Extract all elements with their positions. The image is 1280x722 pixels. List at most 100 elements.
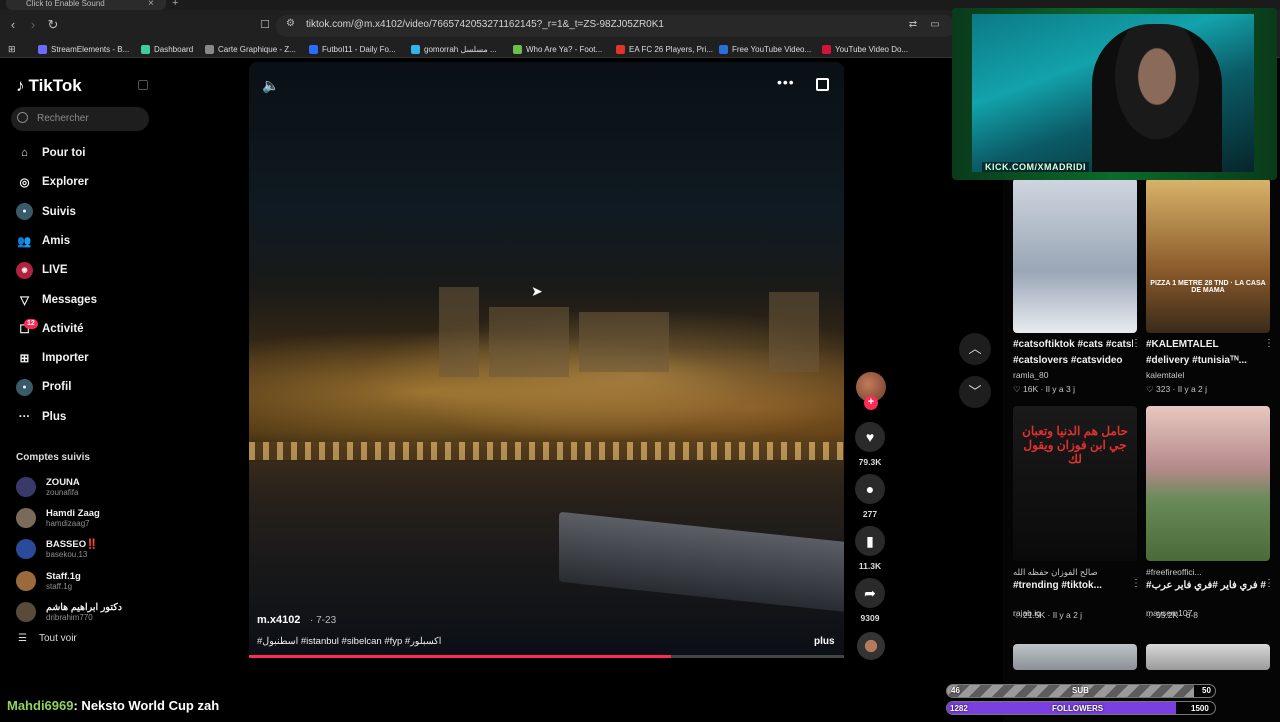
url-text[interactable]: tiktok.com/@m.x4102/video/76657420532711…	[306, 19, 664, 30]
sidebar-item-label: Explorer	[42, 176, 89, 189]
bookmark-item[interactable]: Free YouTube Video...	[719, 43, 811, 56]
site-info-icon[interactable]: ⚙	[286, 18, 295, 29]
avatar	[16, 539, 36, 560]
bookmark-favicon-icon	[616, 45, 625, 54]
video-thumbnail[interactable]: PIZZA 1 METRE 28 TND · LA CASA DE MAMA	[1146, 178, 1270, 333]
tiktok-logo[interactable]: ♪ TikTok	[16, 76, 82, 96]
comment-button[interactable]: ●	[855, 474, 885, 504]
sidebar-item-label: LIVE	[42, 264, 68, 277]
followed-account[interactable]: دكتور ابراهيم هاشم dribrahim770	[16, 599, 122, 625]
sidebar-item-label: Plus	[42, 410, 67, 423]
card-stats: ♡ 323 · Il y a 2 j	[1146, 384, 1207, 395]
sidebar-item-following[interactable]: ● Suivis	[16, 202, 76, 222]
card-meta-text: 16K · Il y a 3 j	[1022, 384, 1075, 394]
fullscreen-icon[interactable]	[816, 78, 829, 91]
apps-icon[interactable]: ⊞	[8, 44, 16, 55]
sidebar-item-more[interactable]: ··· Plus	[16, 407, 67, 427]
bookmark-label: Who Are Ya? - Foot...	[526, 45, 603, 54]
bookmark-item[interactable]: Dashboard	[141, 43, 193, 56]
account-handle: zounafifa	[46, 488, 79, 497]
video-thumbnail[interactable]	[1013, 644, 1137, 670]
caption-more-link[interactable]: plus	[814, 636, 835, 647]
messages-icon: ▽	[20, 294, 29, 307]
search-placeholder: Rechercher	[37, 113, 89, 124]
sidebar-item-messages[interactable]: ▽ Messages	[16, 290, 97, 310]
music-disc[interactable]	[857, 632, 885, 660]
reload-icon[interactable]: ↻	[44, 16, 62, 34]
bookmark-item[interactable]: EA FC 26 Players, Pri...	[616, 43, 713, 56]
account-handle: dribrahim770	[46, 612, 93, 622]
video-thumbnail[interactable]	[1146, 406, 1270, 561]
activity-badge: 12	[24, 319, 38, 329]
followed-account[interactable]: Hamdi Zaag hamdizaag7	[16, 505, 100, 531]
bookmark-item[interactable]: gomorrah مسلسل ...	[411, 43, 497, 56]
see-all-link[interactable]: ☰ Tout voir	[18, 633, 77, 644]
card-title: #catsoftiktok #cats #catslovers #catsvid…	[1013, 339, 1133, 350]
sidebar-item-compass[interactable]: ◎ Explorer	[16, 172, 89, 192]
video-player[interactable]	[249, 62, 844, 658]
browser-tab[interactable]: Click to Enable Sound	[6, 0, 166, 10]
chat-text: : Neksto World Cup zah	[73, 698, 220, 713]
avatar	[16, 508, 36, 529]
follow-button[interactable]: +	[864, 396, 878, 410]
collapse-sidebar-icon[interactable]	[138, 80, 148, 90]
video-thumbnail[interactable]	[1146, 644, 1270, 670]
logo-text: TikTok	[28, 76, 82, 95]
close-tab-icon[interactable]: ×	[148, 0, 154, 9]
save-button[interactable]: ▮	[855, 526, 885, 556]
video-thumbnail[interactable]	[1013, 178, 1137, 333]
followed-account[interactable]: Staff.1g staff.1g	[16, 568, 81, 594]
bookmark-favicon-icon	[411, 45, 420, 54]
webcam-label: KICK.COM/XMADRIDI	[982, 162, 1089, 172]
followed-account[interactable]: ZOUNA zounafifa	[16, 474, 80, 500]
card-menu-icon[interactable]: ⋮	[1264, 578, 1274, 589]
card-menu-icon[interactable]: ⋮	[1131, 338, 1141, 349]
next-video-button[interactable]: ﹀	[959, 376, 991, 408]
card-username[interactable]: kalemtalel	[1146, 370, 1184, 380]
sidebar-item-friends[interactable]: 👥 Amis	[16, 231, 70, 251]
sidebar-item-upload[interactable]: ⊞ Importer	[16, 348, 89, 368]
avatar	[16, 601, 36, 622]
see-all-label: Tout voir	[38, 633, 77, 644]
card-subtitle: صالح الفوزان حفظه الله	[1013, 567, 1098, 577]
sidebar-item-home[interactable]: ⌂ Pour toi	[16, 143, 85, 163]
bookmark-item[interactable]: Futbol11 - Daily Fo...	[309, 43, 396, 56]
bookmark-item[interactable]: Carte Graphique - Z...	[205, 43, 296, 56]
card-username[interactable]: ramla_80	[1013, 370, 1048, 380]
sidebar-item-label: Importer	[42, 352, 89, 365]
like-button[interactable]: ♥	[855, 422, 885, 452]
more-options-icon[interactable]: •••	[777, 74, 795, 90]
back-icon[interactable]: ‹	[4, 16, 22, 34]
sub-goal-current: 46	[951, 686, 960, 695]
bookmark-item[interactable]: StreamElements - B...	[38, 43, 129, 56]
share-button[interactable]: ➦	[855, 578, 885, 608]
new-tab-icon[interactable]: +	[172, 0, 178, 9]
bookmark-icon: ▮	[866, 532, 874, 549]
volume-icon[interactable]: 🔈	[262, 77, 279, 94]
cast-icon[interactable]: ▭	[926, 16, 944, 34]
card-menu-icon[interactable]: ⋮	[1264, 338, 1274, 349]
account-name: ZOUNA	[46, 477, 80, 488]
building	[769, 292, 819, 372]
forward-icon[interactable]: ›	[24, 16, 42, 34]
following-title: Comptes suivis	[16, 452, 90, 463]
video-author[interactable]: m.x4102	[257, 614, 300, 626]
translate-icon[interactable]: ⇄	[904, 16, 922, 34]
home-icon: ⌂	[21, 147, 28, 159]
followed-account[interactable]: BASSEO‼️ basekou.13	[16, 536, 98, 562]
card-title-line2: #delivery #tunisiaᵀᴺ...	[1146, 355, 1247, 366]
bookmark-item[interactable]: YouTube Video Do...	[822, 43, 908, 56]
video-caption[interactable]: #اسطنبول #istanbul #sibelcan #fyp #اكسبل…	[257, 636, 441, 647]
card-menu-icon[interactable]: ⋮	[1131, 578, 1141, 589]
tiktok-note-icon: ♪	[16, 76, 25, 95]
previous-video-button[interactable]: ︿	[959, 333, 991, 365]
bridge-lights	[249, 442, 844, 460]
building	[579, 312, 669, 372]
sidebar-item-live[interactable]: ◉ LIVE	[16, 260, 68, 280]
bookmark-label: gomorrah مسلسل ...	[424, 45, 497, 54]
bookmark-icon[interactable]: ☐	[256, 16, 274, 34]
share-icon: ➦	[864, 584, 876, 601]
bookmark-item[interactable]: Who Are Ya? - Foot...	[513, 43, 602, 56]
video-thumbnail[interactable]: حامل هم الدنيا وتعبان جي ابن فوزان ويقول…	[1013, 406, 1137, 561]
sidebar-item-profile[interactable]: ● Profil	[16, 377, 71, 397]
